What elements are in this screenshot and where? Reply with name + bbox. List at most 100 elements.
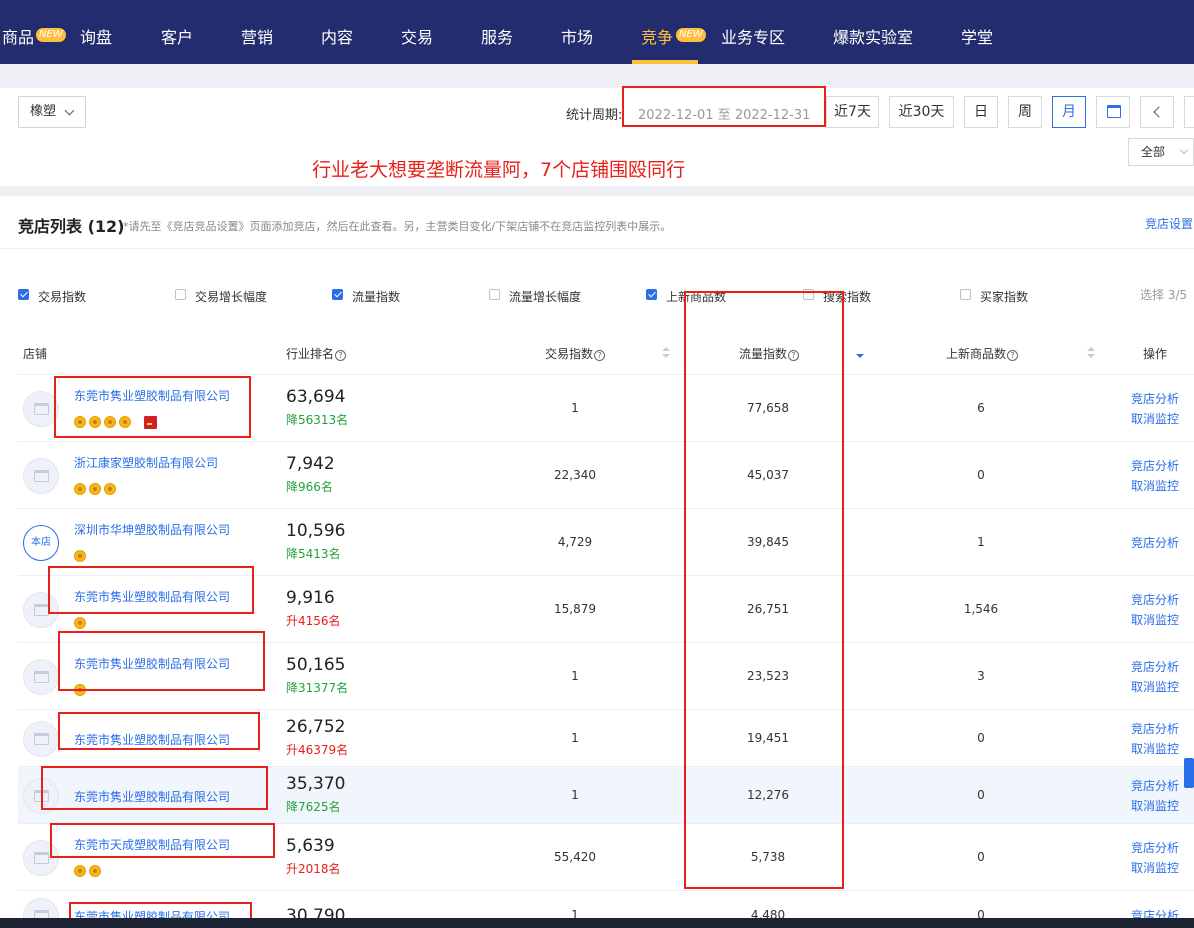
scope-select-value: 全部 bbox=[1141, 145, 1166, 159]
period-date-range[interactable]: 2022-12-01 至 2022-12-31 bbox=[638, 104, 810, 123]
shop-name-link[interactable]: 东莞市隽业塑胶制品有限公司 bbox=[74, 588, 230, 605]
metric-checkbox-traffic[interactable] bbox=[332, 289, 343, 300]
store-icon bbox=[34, 732, 49, 745]
row-actions: 竞店分析 取消监控 bbox=[1131, 389, 1179, 429]
nav-item-market[interactable]: 市场 bbox=[561, 0, 593, 64]
row-actions: 竞店分析 取消监控 bbox=[1131, 590, 1179, 630]
metric-label-traffic: 流量指数 bbox=[352, 290, 401, 304]
help-icon[interactable]: ? bbox=[594, 350, 606, 361]
cancel-monitor-link[interactable]: 取消监控 bbox=[1131, 610, 1179, 630]
sort-desc-icon[interactable] bbox=[856, 347, 864, 359]
last-7-days-button[interactable]: 近7天 bbox=[826, 96, 879, 128]
competitor-settings-link[interactable]: 竞店设置 bbox=[1145, 215, 1193, 232]
crown-icon bbox=[104, 482, 116, 495]
metric-label-traffic-growth: 流量增长幅度 bbox=[509, 290, 582, 304]
cancel-monitor-link[interactable]: 取消监控 bbox=[1131, 476, 1179, 496]
shop-name-link[interactable]: 东莞市天成塑胶制品有限公司 bbox=[74, 836, 230, 853]
shop-name-link[interactable]: 浙江康家塑胶制品有限公司 bbox=[74, 454, 218, 471]
analyze-shop-link[interactable]: 竞店分析 bbox=[1131, 389, 1179, 409]
analyze-shop-link[interactable]: 竞店分析 bbox=[1131, 838, 1179, 858]
store-icon bbox=[34, 469, 49, 482]
analyze-shop-link[interactable]: 竞店分析 bbox=[1131, 776, 1179, 796]
shop-avatar bbox=[23, 720, 59, 757]
nav-item-inquiry[interactable]: 询盘 bbox=[80, 0, 112, 64]
help-icon[interactable]: ? bbox=[335, 350, 347, 361]
metric-checkbox-trade-growth[interactable] bbox=[175, 289, 186, 300]
cancel-monitor-link[interactable]: 取消监控 bbox=[1131, 677, 1179, 697]
cancel-monitor-link[interactable]: 取消监控 bbox=[1131, 858, 1179, 878]
rank-change: 降7625名 bbox=[286, 799, 341, 814]
nav-item-trade[interactable]: 交易 bbox=[401, 0, 433, 64]
column-header-new-items: 上新商品数? bbox=[946, 345, 1019, 362]
top-nav: 商品 NEW 询盘 客户 营销 内容 交易 服务 市场 竞争 NEW 业务专区 … bbox=[0, 0, 1194, 64]
month-button[interactable]: 月 bbox=[1052, 96, 1086, 128]
row-actions: 竞店分析 取消监控 bbox=[1131, 456, 1179, 496]
chevron-down-icon bbox=[64, 105, 75, 116]
traffic-index-cell: 12,276 bbox=[747, 787, 789, 802]
nav-item-content[interactable]: 内容 bbox=[321, 0, 353, 64]
last-30-days-button[interactable]: 近30天 bbox=[889, 96, 954, 128]
shop-name-link[interactable]: 深圳市华坤塑胶制品有限公司 bbox=[74, 521, 230, 538]
analyze-shop-link[interactable]: 竞店分析 bbox=[1131, 719, 1179, 739]
annotation-text: 行业老大想要垄断流量阿，7个店铺围殴同行 bbox=[312, 159, 686, 181]
analyze-shop-link[interactable]: 竞店分析 bbox=[1131, 590, 1179, 610]
prev-period-button[interactable] bbox=[1140, 96, 1174, 128]
industry-rank: 7,942 bbox=[286, 453, 335, 474]
column-header-rank-label: 行业排名 bbox=[286, 347, 335, 361]
shop-avatar bbox=[23, 839, 59, 876]
traffic-index-cell: 77,658 bbox=[747, 400, 789, 415]
shop-avatar bbox=[23, 457, 59, 494]
industry-select[interactable]: 橡塑 bbox=[18, 96, 86, 128]
table-row: 东莞市隽业塑胶制品有限公司 26,752 升46379名 1 19,451 0 竞店分析 取消… bbox=[18, 710, 1194, 767]
cancel-monitor-link[interactable]: 取消监控 bbox=[1131, 796, 1179, 816]
divider bbox=[0, 248, 1194, 249]
sort-icon[interactable] bbox=[1087, 347, 1095, 359]
shop-level-crowns bbox=[74, 415, 157, 429]
column-header-rank: 行业排名? bbox=[286, 345, 347, 362]
day-button[interactable]: 日 bbox=[964, 96, 998, 128]
row-actions: 竞店分析 取消监控 bbox=[1131, 776, 1179, 816]
scrollbar-thumb[interactable] bbox=[1184, 758, 1194, 788]
analyze-shop-link[interactable]: 竞店分析 bbox=[1131, 456, 1179, 476]
nav-item-hot-lab[interactable]: 爆款实验室 bbox=[833, 0, 913, 64]
nav-item-service[interactable]: 服务 bbox=[481, 0, 513, 64]
shop-name-link[interactable]: 东莞市隽业塑胶制品有限公司 bbox=[74, 731, 230, 748]
nav-item-products[interactable]: 商品 bbox=[2, 0, 34, 64]
metric-checkbox-trade[interactable] bbox=[18, 289, 29, 300]
calendar-button[interactable] bbox=[1096, 96, 1130, 128]
shop-name-link[interactable]: 东莞市隽业塑胶制品有限公司 bbox=[74, 387, 230, 404]
analyze-shop-link[interactable]: 竞店分析 bbox=[1131, 657, 1179, 677]
column-header-shop: 店铺 bbox=[23, 347, 48, 361]
industry-rank: 50,165 bbox=[286, 654, 346, 675]
metric-checkbox-buyer[interactable] bbox=[960, 289, 971, 300]
nav-item-business-zone[interactable]: 业务专区 bbox=[721, 0, 785, 64]
new-items-cell: 0 bbox=[977, 467, 985, 482]
column-header-new-items-label: 上新商品数 bbox=[946, 347, 1007, 361]
cancel-monitor-link[interactable]: 取消监控 bbox=[1131, 409, 1179, 429]
help-icon[interactable]: ? bbox=[788, 350, 800, 361]
next-period-button[interactable] bbox=[1184, 96, 1194, 128]
analyze-shop-link[interactable]: 竞店分析 bbox=[1131, 533, 1179, 553]
rank-change: 升2018名 bbox=[286, 861, 341, 876]
week-button[interactable]: 周 bbox=[1008, 96, 1042, 128]
nav-item-academy[interactable]: 学堂 bbox=[961, 0, 993, 64]
metric-checkbox-search[interactable] bbox=[803, 289, 814, 300]
nav-item-competition[interactable]: 竞争 bbox=[641, 0, 673, 64]
sort-icon[interactable] bbox=[662, 347, 670, 359]
shop-name-link[interactable]: 东莞市隽业塑胶制品有限公司 bbox=[74, 655, 230, 672]
cancel-monitor-link[interactable]: 取消监控 bbox=[1131, 739, 1179, 759]
nav-item-customers[interactable]: 客户 bbox=[161, 0, 193, 64]
crown-icon bbox=[74, 864, 86, 877]
trade-index-cell: 4,729 bbox=[557, 534, 593, 549]
store-icon bbox=[34, 789, 49, 802]
nav-item-marketing[interactable]: 营销 bbox=[241, 0, 273, 64]
metric-checkbox-traffic-growth[interactable] bbox=[489, 289, 500, 300]
scope-select[interactable]: 全部 bbox=[1128, 138, 1194, 166]
metric-checkbox-new-items[interactable] bbox=[646, 289, 657, 300]
metric-label-new-items: 上新商品数 bbox=[666, 290, 727, 304]
row-actions: 竞店分析 取消监控 bbox=[1131, 838, 1179, 878]
crown-icon bbox=[119, 415, 131, 428]
help-icon[interactable]: ? bbox=[1007, 350, 1019, 361]
shop-name-link[interactable]: 东莞市隽业塑胶制品有限公司 bbox=[74, 788, 230, 805]
new-items-cell: 0 bbox=[977, 849, 985, 864]
